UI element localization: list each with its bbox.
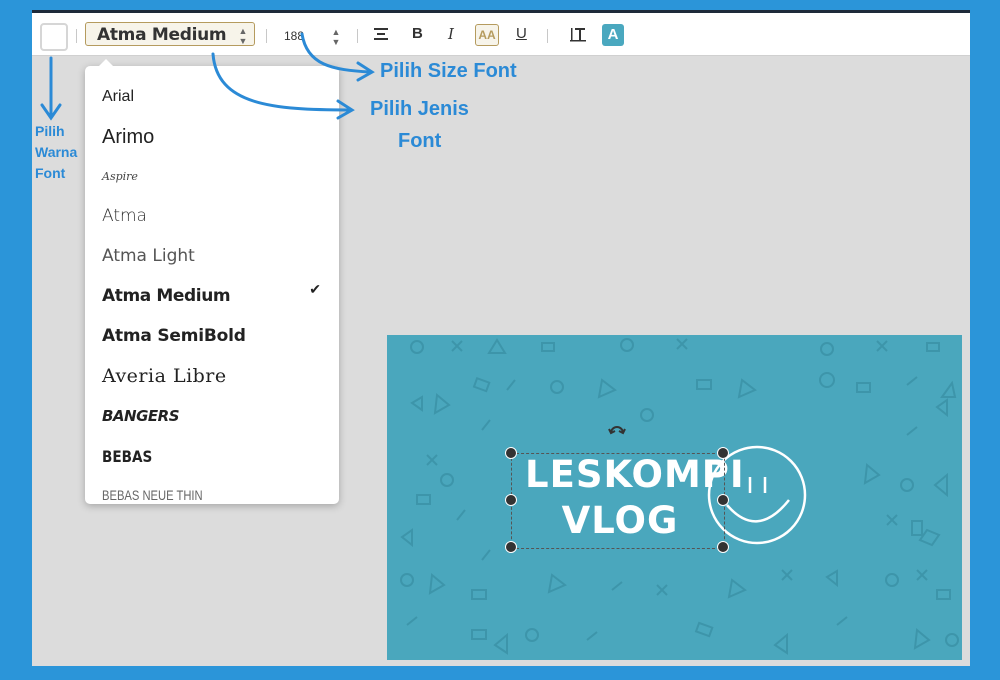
editor-window: Atma Medium ▲▼ 188 ▲▼ B I AA U A Arial A… [32,10,970,666]
annotation-warna-line2: Warna [35,144,78,160]
annotation-warna-line3: Font [35,165,66,181]
annotation-warna-line1: Pilih [35,123,65,139]
annotation-arrows [40,32,375,121]
annotation-size-font: Pilih Size Font [380,60,517,82]
annotation-jenis-font-line1: Pilih Jenis [370,98,469,120]
annotation-jenis-font-line2: Font [398,130,442,152]
